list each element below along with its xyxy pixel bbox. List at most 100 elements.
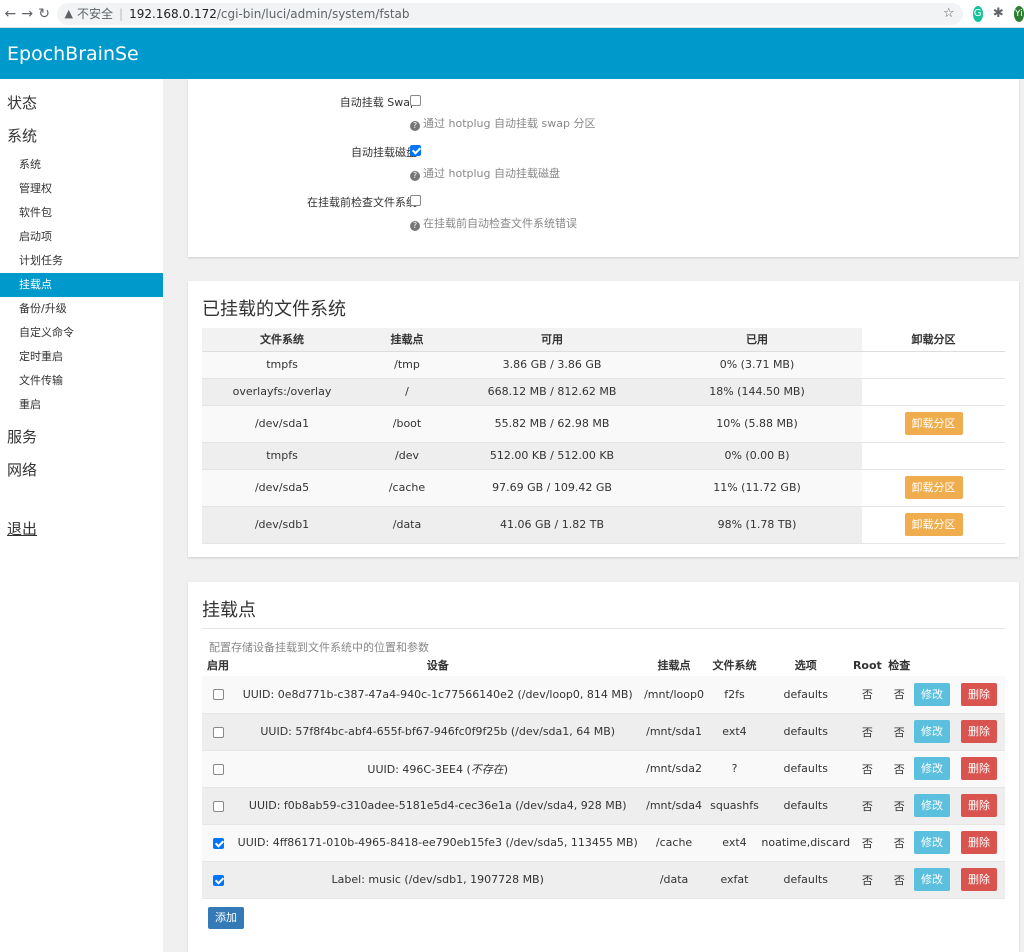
delete-button[interactable]: 删除 (960, 868, 997, 891)
cell-unmount: 卸载分区 (862, 405, 1005, 443)
enable-checkbox[interactable] (212, 800, 224, 812)
column-header: 检查 (888, 659, 911, 672)
enable-checkbox[interactable] (212, 837, 224, 849)
column-header (914, 654, 1005, 676)
unmount-button[interactable]: 卸载分区 (904, 513, 963, 536)
column-header: 挂载点 (657, 659, 691, 672)
table-row: /dev/sdb1/data 41.06 GB / 1.82 TB 98% (1.7… (202, 506, 1005, 544)
check-fs-checkbox[interactable] (410, 195, 421, 206)
delete-button[interactable]: 删除 (960, 720, 997, 743)
edit-button[interactable]: 修改 (913, 794, 950, 817)
table-row: tmpfs/dev 512.00 KB / 512.00 KB 0% (0.00 B… (202, 442, 1005, 470)
edit-button[interactable]: 修改 (913, 831, 950, 854)
mount-points-card: 挂载点 配置存储设备挂载到文件系统中的位置和参数 启用 设备 挂载点 文件系统 选项 Ro… (188, 582, 1019, 952)
address-bar[interactable]: ▲ 不安全 | 192.168.0.172 /cgi-bin/luci/admi… (56, 2, 963, 25)
sidebar: 状态 系统 系统 管理权 软件包 启动项 计划任务 挂载点 备份/升级 自定义命令 定时重启 文件… (0, 79, 163, 952)
table-row: UUID: 0e8d771b-c387-47a4-940c-1c77566140… (202, 676, 1005, 714)
sidebar-item[interactable]: 文件传输 (0, 369, 163, 393)
cell-root: 否 (850, 750, 885, 788)
divider (202, 628, 1005, 629)
cell-avail: 41.06 GB / 1.82 TB (452, 506, 652, 544)
cell-avail: 55.82 MB / 62.98 MB (452, 405, 652, 443)
app-header: EpochBrainSe (0, 28, 1024, 79)
cell-avail: 512.00 KB / 512.00 KB (452, 442, 652, 470)
mounted-filesystems-card: 已挂载的文件系统 文件系统 挂载点 可用 已用 卸载分区 tmpfs/tmp 3.86 G… (188, 281, 1019, 557)
column-header: 已用 (652, 328, 862, 352)
device-text: UUID: 4ff86171-010b-4965-8418-ee790eb15f… (237, 836, 638, 849)
edit-button[interactable]: 修改 (913, 720, 950, 743)
sidebar-item[interactable]: 自定义命令 (0, 321, 163, 345)
table-row: /dev/sda1/boot 55.82 MB / 62.98 MB 10% (5.… (202, 405, 1005, 443)
delete-button[interactable]: 删除 (960, 831, 997, 854)
unmount-button[interactable]: 卸载分区 (904, 476, 963, 499)
delete-button[interactable]: 删除 (960, 682, 997, 706)
cell-check: 否 (884, 861, 914, 899)
sidebar-item[interactable]: 软件包 (0, 201, 163, 225)
table-row: UUID: 57f8f4bc-abf4-655f-bf67-946fc0f9f2… (202, 713, 1005, 751)
cell-actions: 修改 删除 (913, 713, 1005, 751)
edit-button[interactable]: 修改 (913, 757, 950, 780)
cell-avail: 668.12 MB / 812.62 MB (452, 378, 652, 406)
forward-icon[interactable]: → (21, 4, 34, 24)
mountpoints-description: 配置存储设备挂载到文件系统中的位置和参数 (209, 641, 429, 654)
menu-status[interactable]: 状态 (0, 87, 163, 120)
cell-mount: /mnt/sda4 (640, 787, 708, 825)
cell-device: UUID: 496C-3EE4 (不存在) (234, 750, 641, 788)
table-row: UUID: 496C-3EE4 (不存在)/mnt/sda2? defaults 否… (202, 750, 1005, 788)
enable-checkbox[interactable] (212, 874, 224, 886)
enable-checkbox[interactable] (212, 763, 224, 775)
sidebar-item[interactable]: 系统 (0, 153, 163, 177)
edit-button[interactable]: 修改 (913, 868, 950, 891)
table-row: UUID: 4ff86171-010b-4965-8418-ee790eb15f… (202, 824, 1005, 862)
delete-button[interactable]: 删除 (960, 757, 997, 780)
sidebar-item[interactable]: 定时重启 (0, 345, 163, 369)
back-icon[interactable]: ← (4, 4, 17, 24)
enable-checkbox[interactable] (212, 726, 224, 738)
enable-checkbox[interactable] (212, 689, 224, 701)
sidebar-item[interactable]: 启动项 (0, 225, 163, 249)
menu-system[interactable]: 系统 (0, 120, 163, 153)
grammarly-extension-icon[interactable]: G (972, 5, 983, 22)
reload-icon[interactable]: ↻ (38, 4, 51, 24)
cell-root: 否 (850, 676, 885, 714)
url-path: /cgi-bin/luci/admin/system/fstab (216, 6, 410, 21)
sidebar-item[interactable]: 计划任务 (0, 249, 163, 273)
cell-actions: 修改 删除 (913, 824, 1005, 862)
menu-network[interactable]: 网络 (0, 454, 163, 487)
auto-swap-checkbox[interactable] (410, 95, 421, 106)
insecure-label[interactable]: 不安全 (77, 5, 113, 22)
sidebar-item[interactable]: 挂载点 (0, 273, 163, 297)
cell-fs: exfat (707, 861, 762, 899)
help-icon: ? (410, 171, 420, 181)
delete-button[interactable]: 删除 (960, 794, 997, 817)
sidebar-item[interactable]: 重启 (0, 393, 163, 417)
cell-opts: defaults (761, 787, 851, 825)
cell-actions: 修改 删除 (913, 787, 1005, 825)
cell-avail: 3.86 GB / 3.86 GB (452, 351, 652, 379)
add-button[interactable]: 添加 (208, 907, 244, 929)
unmount-button[interactable]: 卸载分区 (904, 412, 963, 435)
profile-avatar[interactable]: Yi (1013, 5, 1024, 22)
auto-mount-checkbox[interactable] (410, 145, 421, 156)
table-row: UUID: f0b8ab59-c310adee-5181e5d4-cec36e1… (202, 787, 1005, 825)
bookmark-star-icon[interactable]: ☆ (943, 6, 955, 21)
auto-mount-hint: ? 通过 hotplug 自动挂载磁盘 (410, 165, 560, 181)
extensions-puzzle-icon[interactable]: ✱ (993, 6, 1004, 22)
main-content: 自动挂载 Swap ? 通过 hotplug 自动挂载 swap 分区 自动挂载磁… (163, 79, 1024, 952)
column-header: 启用 (207, 659, 229, 672)
cell-root: 否 (850, 787, 885, 825)
sidebar-item[interactable]: 管理权 (0, 177, 163, 201)
menu-services[interactable]: 服务 (0, 421, 163, 454)
cell-check: 否 (884, 676, 914, 714)
cell-fs: ? (707, 750, 762, 788)
cell-fs: /dev/sda5 (202, 469, 362, 507)
cell-enabled (202, 750, 235, 788)
cell-check: 否 (884, 787, 914, 825)
cell-actions: 修改 删除 (913, 750, 1005, 788)
sidebar-item[interactable]: 备份/升级 (0, 297, 163, 321)
cell-used: 10% (5.88 MB) (652, 405, 862, 443)
edit-button[interactable]: 修改 (913, 682, 950, 706)
menu-logout[interactable]: 退出 (0, 513, 163, 546)
brand-title[interactable]: EpochBrainSe (7, 43, 139, 65)
cell-opts: defaults (761, 861, 851, 899)
